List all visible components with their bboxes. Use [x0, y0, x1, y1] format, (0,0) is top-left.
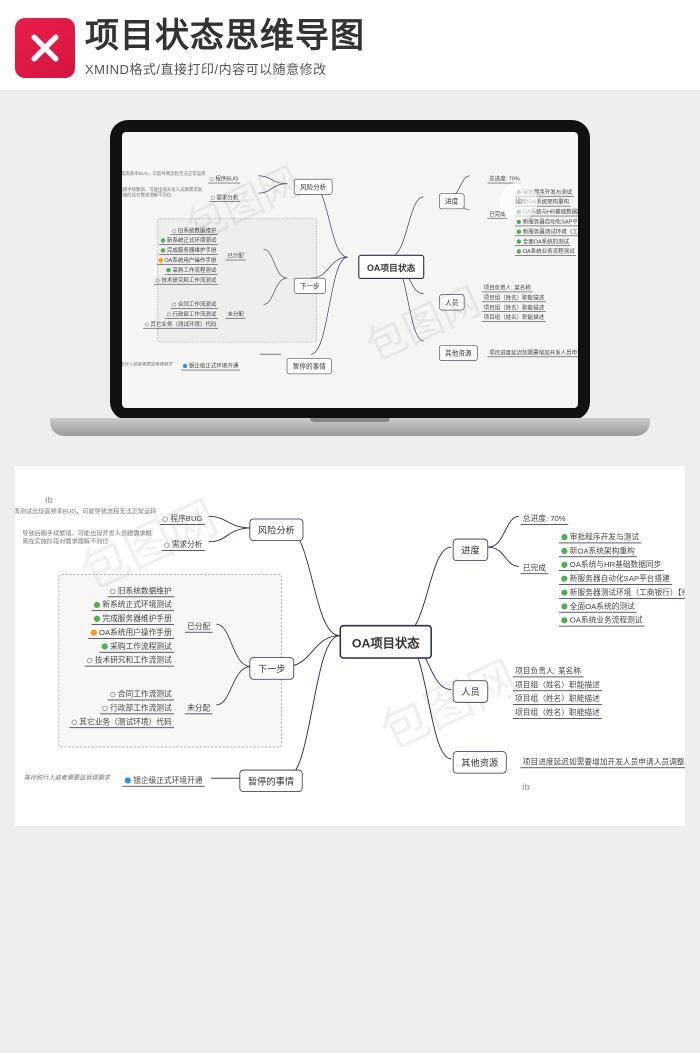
- center-node[interactable]: OA项目状态: [340, 625, 432, 659]
- header: 项目状态思维导图 XMIND格式/直接打印/内容可以随意修改: [0, 0, 700, 90]
- node-progress[interactable]: 进度: [453, 539, 488, 561]
- leaf-total: 总进度: 70%: [521, 511, 568, 525]
- leaf: 需求分析: [162, 538, 205, 552]
- node-progress[interactable]: 进度: [439, 194, 464, 210]
- node-other[interactable]: 其他资源: [453, 752, 507, 774]
- leaf-note: 导致后期手续繁琐、可能出现开发人员跟需求脱离在实施阶段对需求理解不到位: [20, 530, 159, 546]
- xmind-logo: [15, 18, 75, 78]
- mindmap-preview-small: OA项目状态 风险分析 程序BUG 本周测试出现高频率BUG，可能导致流程无法正…: [130, 147, 578, 408]
- leaf: 程序BUG: [160, 511, 204, 525]
- leaf-total: 总进度: 70%: [488, 174, 522, 184]
- leaf-note: 本周测试出现高频率BUG，可能导致流程无法正常运转: [122, 170, 207, 177]
- node-risk[interactable]: 风险分析: [294, 179, 333, 195]
- mindmap-preview-large: OA项目状态 风险分析 程序BUG 本周测试出现高频率BUG，可能导致流程无法正…: [20, 474, 682, 826]
- laptop-mockup: OA项目状态 风险分析 程序BUG 本周测试出现高频率BUG，可能导致流程无法正…: [0, 90, 700, 446]
- page-title: 项目状态思维导图: [85, 18, 685, 55]
- node-other[interactable]: 其他资源: [439, 345, 478, 361]
- leaf-note: 本周测试出现高频率BUG，可能导致流程无法正常运转: [15, 507, 159, 517]
- node-people[interactable]: 人员: [453, 681, 488, 703]
- page-subtitle: XMIND格式/直接打印/内容可以随意修改: [85, 59, 685, 78]
- node-pending[interactable]: 暂停的事情: [287, 359, 332, 375]
- node-next[interactable]: 下一步: [294, 278, 326, 294]
- node-people[interactable]: 人员: [439, 295, 464, 311]
- leaf-done-label: 已完成: [521, 561, 549, 575]
- mindmap-detail: 包图网 包图网 ib ib OA项目状态 风险分析 程序BUG 本周测试出现高频…: [15, 466, 685, 826]
- node-next[interactable]: 下一步: [249, 658, 294, 680]
- leaf-note: 导致后期手续繁琐、可能出现开发人员跟需求脱离在实施阶段对需求理解不到位: [122, 187, 207, 199]
- leaf: 需求分析: [209, 192, 240, 202]
- center-node[interactable]: OA项目状态: [358, 255, 424, 279]
- leaf: 程序BUG: [208, 174, 240, 184]
- node-pending[interactable]: 暂停的事情: [239, 770, 302, 792]
- node-risk[interactable]: 风险分析: [249, 519, 303, 541]
- leaf-done-label: 已完成: [488, 209, 508, 219]
